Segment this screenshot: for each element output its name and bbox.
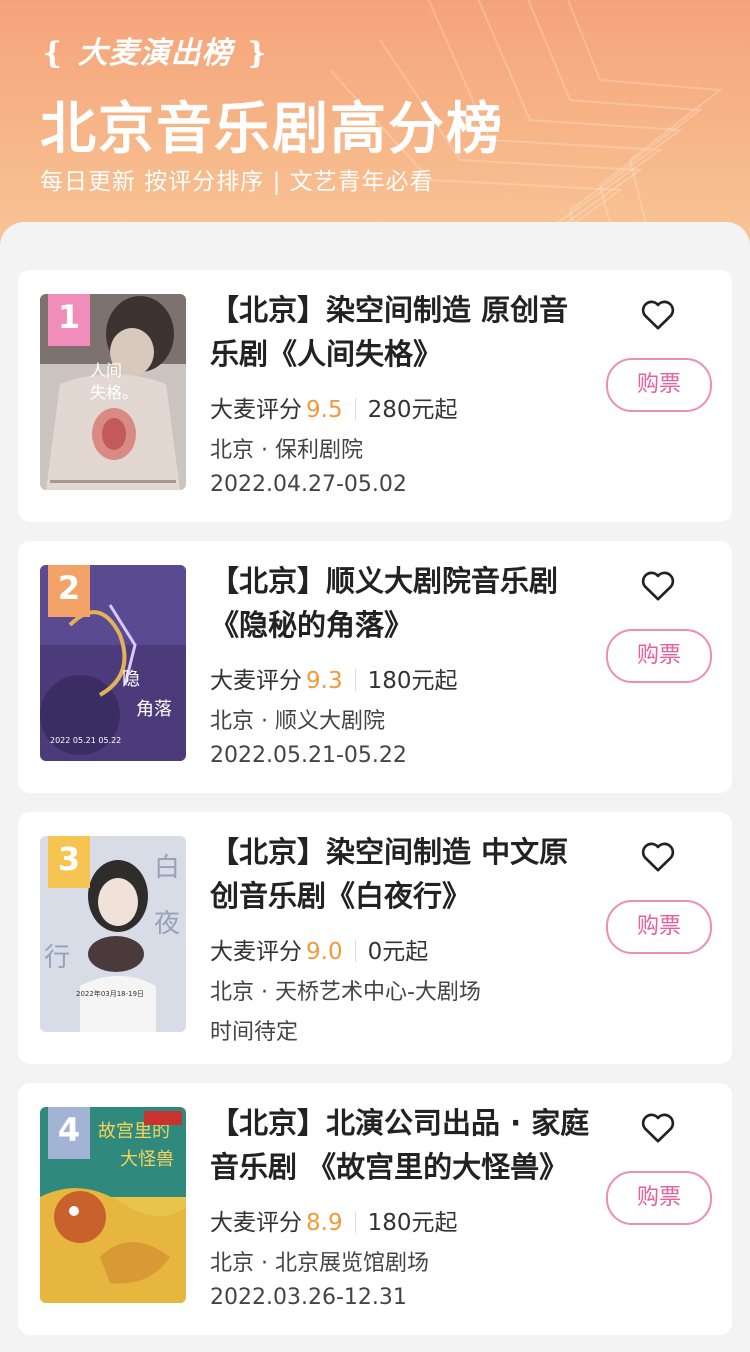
rank-badge: 4 (48, 1107, 90, 1159)
rank-badge: 1 (48, 294, 90, 346)
buy-ticket-button[interactable]: 购票 (606, 629, 712, 683)
svg-text:2022 05.21 05.22: 2022 05.21 05.22 (50, 736, 121, 745)
svg-text:角落: 角落 (136, 699, 172, 720)
price-text: 180元起 (367, 668, 458, 694)
svg-text:失格。: 失格。 (90, 383, 138, 402)
divider (354, 1211, 356, 1233)
brand-logo: ❴ 大麦演出榜 ❵ (40, 28, 270, 72)
rating-row: 大麦评分 9.3 180元起 (210, 661, 457, 695)
ranking-card[interactable]: 故宫里的 大怪兽 4 【北京】北演公司出品 · 家庭音乐剧 《故宫里的大怪兽》 … (18, 1083, 732, 1335)
event-title[interactable]: 【北京】顺义大剧院音乐剧《隐秘的角落》 (210, 559, 590, 647)
rank-badge: 2 (48, 565, 90, 617)
rating-row: 大麦评分 9.0 0元起 (210, 932, 428, 966)
venue-text: 北京 · 顺义大剧院 (210, 709, 385, 734)
svg-text:大怪兽: 大怪兽 (120, 1149, 174, 1170)
favorite-heart-icon[interactable] (638, 294, 678, 334)
page-title: 北京音乐剧高分榜 (40, 97, 504, 162)
event-title[interactable]: 【北京】染空间制造 中文原创音乐剧《白夜行》 (210, 830, 590, 918)
poster-image[interactable]: 白 夜 行 2022年03月18-19日 3 (40, 836, 186, 1032)
svg-text:人间: 人间 (90, 361, 122, 380)
venue-text: 北京 · 北京展览馆剧场 (210, 1251, 429, 1276)
svg-text:2022年03月18-19日: 2022年03月18-19日 (76, 989, 144, 998)
poster-image[interactable]: 人间 失格。 1 (40, 294, 186, 490)
favorite-heart-icon[interactable] (638, 836, 678, 876)
buy-ticket-button[interactable]: 购票 (606, 1171, 712, 1225)
price-text: 280元起 (367, 397, 458, 423)
divider (354, 398, 356, 420)
price-text: 180元起 (367, 1210, 458, 1236)
venue-text: 北京 · 天桥艺术中心-大剧场 (210, 980, 481, 1005)
rating-row: 大麦评分 9.5 280元起 (210, 390, 457, 424)
rating-value: 8.9 (306, 1210, 343, 1236)
ranking-card[interactable]: 隐 角落 2022 05.21 05.22 2 【北京】顺义大剧院音乐剧《隐秘的… (18, 541, 732, 793)
divider (354, 940, 356, 962)
date-range: 2022.05.21-05.22 (210, 743, 407, 768)
ranking-card[interactable]: 白 夜 行 2022年03月18-19日 3 【北京】染空间制造 中文原创音乐剧… (18, 812, 732, 1064)
date-range: 时间待定 (210, 1020, 299, 1045)
rating-value: 9.5 (306, 397, 343, 423)
rating-label: 大麦评分 (210, 397, 302, 423)
svg-text:隐: 隐 (122, 669, 140, 690)
rating-label: 大麦评分 (210, 668, 302, 694)
buy-ticket-button[interactable]: 购票 (606, 900, 712, 954)
buy-ticket-button[interactable]: 购票 (606, 358, 712, 412)
rank-badge: 3 (48, 836, 90, 888)
ranking-card[interactable]: 人间 失格。 1 【北京】染空间制造 原创音乐剧《人间失格》 大麦评分 9.5 28… (18, 270, 732, 522)
poster-image[interactable]: 隐 角落 2022 05.21 05.22 2 (40, 565, 186, 761)
rating-label: 大麦评分 (210, 939, 302, 965)
svg-text:夜: 夜 (154, 909, 180, 939)
svg-text:白: 白 (154, 853, 180, 883)
date-range: 2022.04.27-05.02 (210, 472, 407, 497)
rating-row: 大麦评分 8.9 180元起 (210, 1203, 457, 1237)
rating-value: 9.3 (306, 668, 343, 694)
date-range: 2022.03.26-12.31 (210, 1285, 407, 1310)
brand-bracket-right: ❵ (244, 36, 271, 71)
ranking-list: 人间 失格。 1 【北京】染空间制造 原创音乐剧《人间失格》 大麦评分 9.5 28… (0, 222, 750, 1352)
brand-bracket-left: ❴ (40, 36, 67, 71)
divider (354, 669, 356, 691)
venue-text: 北京 · 保利剧院 (210, 438, 363, 463)
event-title[interactable]: 【北京】北演公司出品 · 家庭音乐剧 《故宫里的大怪兽》 (210, 1101, 590, 1189)
favorite-heart-icon[interactable] (638, 565, 678, 605)
rating-label: 大麦评分 (210, 1210, 302, 1236)
rating-value: 9.0 (306, 939, 343, 965)
event-title[interactable]: 【北京】染空间制造 原创音乐剧《人间失格》 (210, 288, 590, 376)
favorite-heart-icon[interactable] (638, 1107, 678, 1147)
price-text: 0元起 (367, 939, 429, 965)
brand-label: 大麦演出榜 (77, 36, 233, 71)
poster-image[interactable]: 故宫里的 大怪兽 4 (40, 1107, 186, 1303)
page-subtitle: 每日更新 按评分排序 | 文艺青年必看 (40, 169, 434, 195)
svg-text:行: 行 (44, 943, 70, 973)
